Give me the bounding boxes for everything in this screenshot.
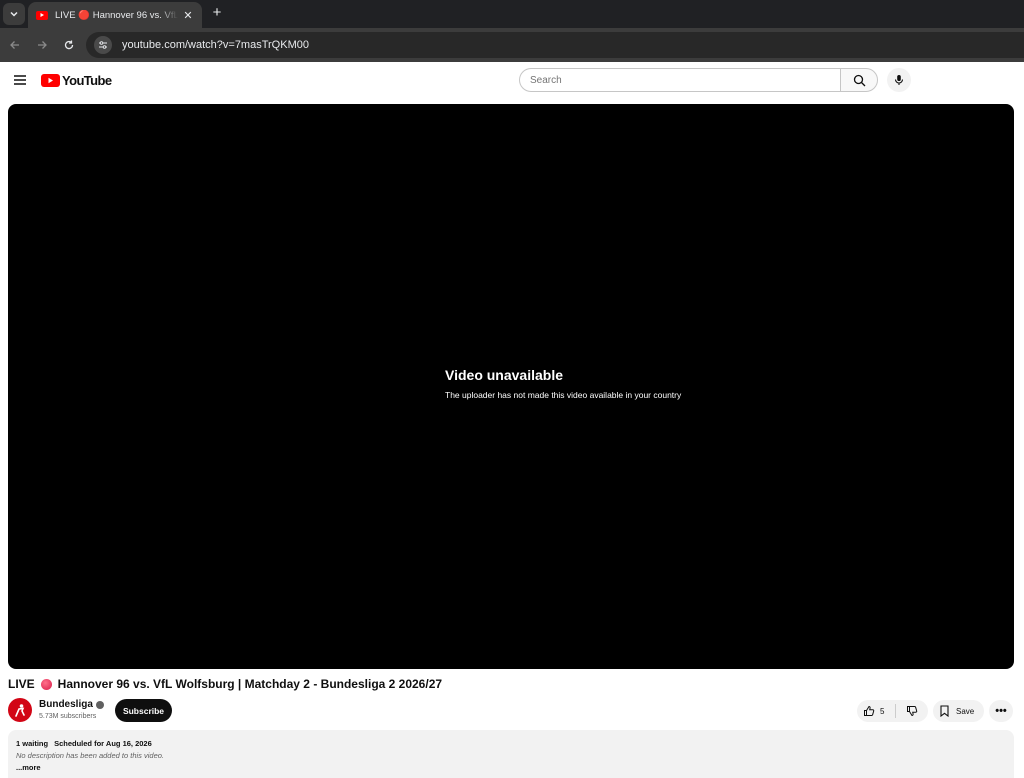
video-title: LIVE Hannover 96 vs. VfL Wolfsburg | Mat… xyxy=(8,677,442,691)
microphone-icon xyxy=(894,75,904,85)
address-bar[interactable]: youtube.com/watch?v=7masTrQKM00 xyxy=(86,32,1024,58)
description-text: No description has been added to this vi… xyxy=(16,751,165,760)
scheduled-date: Scheduled for Aug 16, 2026 xyxy=(54,739,152,748)
voice-search-button[interactable] xyxy=(887,68,911,92)
channel-name[interactable]: Bundesliga xyxy=(39,699,104,710)
forward-button[interactable] xyxy=(33,36,51,54)
back-button[interactable] xyxy=(6,36,24,54)
youtube-logo[interactable]: YouTube xyxy=(41,72,112,88)
tune-icon xyxy=(99,41,107,49)
youtube-play-icon xyxy=(41,73,60,87)
logo-text: YouTube xyxy=(62,72,112,88)
arrow-right-icon xyxy=(38,41,47,49)
reload-icon xyxy=(64,40,74,50)
unavailable-message: Video unavailable The uploader has not m… xyxy=(445,367,681,400)
like-count: 5 xyxy=(880,706,885,716)
chevron-down-icon xyxy=(10,11,18,17)
video-player[interactable]: Video unavailable The uploader has not m… xyxy=(8,104,1014,669)
unavailable-subtitle: The uploader has not made this video ava… xyxy=(445,390,682,400)
browser-tab-active[interactable]: LIVE 🔴 Hannover 96 vs. VfL Wolfsburg | M… xyxy=(28,2,202,28)
search-icon xyxy=(853,74,865,86)
description-box[interactable]: 1 waiting Scheduled for Aug 16, 2026 No … xyxy=(8,730,1014,778)
channel-avatar[interactable] xyxy=(8,698,32,722)
url-text: youtube.com/watch?v=7masTrQKM00 xyxy=(122,39,309,51)
like-dislike-group: 5 xyxy=(857,700,928,722)
save-label: Save xyxy=(956,706,975,716)
arrow-left-icon xyxy=(10,41,19,49)
description-meta: 1 waiting Scheduled for Aug 16, 2026 xyxy=(16,739,1006,748)
menu-button[interactable] xyxy=(12,72,28,88)
search-button[interactable] xyxy=(840,68,878,92)
thumbs-down-icon xyxy=(907,706,918,717)
verified-icon xyxy=(95,700,104,709)
youtube-header: YouTube xyxy=(0,62,1024,100)
live-dot-icon xyxy=(40,678,52,690)
dislike-button[interactable] xyxy=(896,700,928,722)
hamburger-icon xyxy=(14,75,26,85)
description-more-link[interactable]: ...more xyxy=(16,763,1006,772)
youtube-favicon-icon xyxy=(36,10,48,20)
tab-title: LIVE 🔴 Hannover 96 vs. VfL Wolfsburg | M… xyxy=(55,9,178,21)
video-title-text: Hannover 96 vs. VfL Wolfsburg | Matchday… xyxy=(57,677,443,691)
tab-search-button[interactable] xyxy=(3,3,25,25)
like-button[interactable]: 5 xyxy=(857,700,895,722)
thumbs-up-icon xyxy=(864,705,875,716)
waiting-count: 1 waiting xyxy=(16,739,49,748)
reload-button[interactable] xyxy=(60,36,78,54)
bundesliga-logo-icon xyxy=(15,704,25,717)
browser-toolbar: youtube.com/watch?v=7masTrQKM00 xyxy=(0,28,1024,62)
browser-tab-bar: LIVE 🔴 Hannover 96 vs. VfL Wolfsburg | M… xyxy=(0,0,1024,28)
search-box xyxy=(519,68,878,92)
unavailable-title: Video unavailable xyxy=(445,367,564,383)
new-tab-button[interactable]: + xyxy=(208,4,226,22)
subscriber-count: 5.73M subscribers xyxy=(39,713,97,720)
more-actions-button[interactable]: ••• xyxy=(989,700,1013,722)
live-label: LIVE xyxy=(8,677,35,691)
page-scrollbar[interactable] xyxy=(1018,100,1024,778)
subscribe-button[interactable]: Subscribe xyxy=(115,699,172,722)
tab-close-icon[interactable]: ✕ xyxy=(182,9,194,22)
channel-name-text: Bundesliga xyxy=(39,699,93,710)
bookmark-icon xyxy=(940,705,949,717)
site-info-button[interactable] xyxy=(94,36,112,54)
save-button[interactable]: Save xyxy=(933,700,984,722)
search-input[interactable] xyxy=(519,68,840,92)
